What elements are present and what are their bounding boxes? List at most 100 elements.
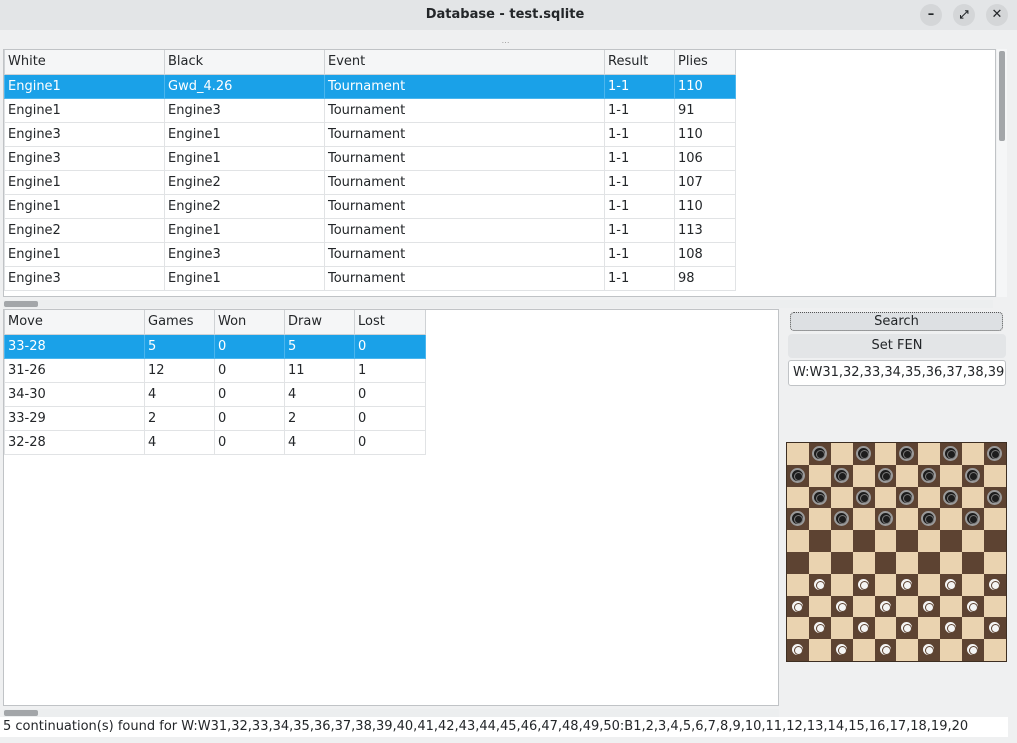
white-piece-icon[interactable] xyxy=(811,576,827,592)
board-square[interactable] xyxy=(896,443,919,465)
board-square[interactable] xyxy=(830,464,853,487)
board-square[interactable] xyxy=(787,639,809,661)
board-square[interactable] xyxy=(984,508,1006,531)
board-square[interactable] xyxy=(874,595,897,618)
board-square[interactable] xyxy=(896,595,919,618)
board-square[interactable] xyxy=(852,530,875,552)
board-square[interactable] xyxy=(940,639,963,661)
white-piece-icon[interactable] xyxy=(833,642,849,658)
white-piece-icon[interactable] xyxy=(965,598,981,614)
black-piece-icon[interactable] xyxy=(987,446,1003,461)
board-square[interactable] xyxy=(830,573,853,596)
board-square[interactable] xyxy=(896,530,919,552)
black-piece-icon[interactable] xyxy=(899,489,915,505)
white-piece-icon[interactable] xyxy=(899,576,915,592)
board-square[interactable] xyxy=(984,551,1006,574)
white-piece-icon[interactable] xyxy=(943,620,959,636)
table-row[interactable]: 33-28 5 0 5 0 xyxy=(4,333,426,359)
board-square[interactable] xyxy=(918,486,941,509)
games-table-header-result[interactable]: Result xyxy=(604,50,675,75)
black-piece-icon[interactable] xyxy=(877,511,893,527)
black-piece-icon[interactable] xyxy=(921,467,937,483)
moves-horizontal-scroll-thumb[interactable] xyxy=(4,710,38,716)
games-table-header-plies[interactable]: Plies xyxy=(674,50,736,75)
board-square[interactable] xyxy=(852,595,875,618)
table-row[interactable]: 32-28 4 0 4 0 xyxy=(4,429,426,455)
board-square[interactable] xyxy=(874,639,897,661)
board-square[interactable] xyxy=(874,464,897,487)
black-piece-icon[interactable] xyxy=(833,467,849,483)
table-row[interactable]: Engine1 Gwd_4.26 Tournament 1-1 110 xyxy=(4,73,736,99)
table-row[interactable]: 31-26 12 0 11 1 xyxy=(4,357,426,383)
white-piece-icon[interactable] xyxy=(921,642,937,658)
close-button[interactable]: ✕ xyxy=(986,4,1008,26)
black-piece-icon[interactable] xyxy=(811,446,827,461)
table-row[interactable]: Engine1 Engine3 Tournament 1-1 108 xyxy=(4,241,736,267)
board-square[interactable] xyxy=(940,443,963,465)
board-square[interactable] xyxy=(962,464,985,487)
board-square[interactable] xyxy=(787,508,809,531)
board-square[interactable] xyxy=(852,508,875,531)
board-square[interactable] xyxy=(962,617,985,640)
white-piece-icon[interactable] xyxy=(790,598,805,614)
board-square[interactable] xyxy=(984,573,1006,596)
board-square[interactable] xyxy=(787,595,809,618)
board-square[interactable] xyxy=(918,639,941,661)
board-square[interactable] xyxy=(940,530,963,552)
board-square[interactable] xyxy=(787,486,809,509)
board-square[interactable] xyxy=(896,617,919,640)
board-square[interactable] xyxy=(808,508,831,531)
board-square[interactable] xyxy=(874,443,897,465)
board-square[interactable] xyxy=(787,573,809,596)
games-horizontal-scroll-thumb[interactable] xyxy=(4,301,38,307)
white-piece-icon[interactable] xyxy=(943,576,959,592)
black-piece-icon[interactable] xyxy=(855,446,871,461)
maximize-button[interactable]: ⤢ xyxy=(953,4,975,26)
board-square[interactable] xyxy=(918,617,941,640)
white-piece-icon[interactable] xyxy=(877,598,893,614)
board-square[interactable] xyxy=(808,443,831,465)
white-piece-icon[interactable] xyxy=(965,642,981,658)
board-square[interactable] xyxy=(874,530,897,552)
board-square[interactable] xyxy=(940,617,963,640)
splitter-grip-icon[interactable]: ⋯ xyxy=(500,39,510,47)
board-square[interactable] xyxy=(852,573,875,596)
white-piece-icon[interactable] xyxy=(877,642,893,658)
black-piece-icon[interactable] xyxy=(790,467,805,483)
board-square[interactable] xyxy=(830,639,853,661)
games-table-header-event[interactable]: Event xyxy=(324,50,605,75)
board-square[interactable] xyxy=(874,617,897,640)
board-square[interactable] xyxy=(787,530,809,552)
black-piece-icon[interactable] xyxy=(943,489,959,505)
table-row[interactable]: 34-30 4 0 4 0 xyxy=(4,381,426,407)
board-square[interactable] xyxy=(896,464,919,487)
moves-table-header-draw[interactable]: Draw xyxy=(284,310,355,335)
games-horizontal-scrollbar[interactable] xyxy=(3,300,993,308)
black-piece-icon[interactable] xyxy=(943,446,959,461)
board-square[interactable] xyxy=(940,486,963,509)
board-square[interactable] xyxy=(808,530,831,552)
board-square[interactable] xyxy=(808,595,831,618)
board-square[interactable] xyxy=(852,617,875,640)
board-square[interactable] xyxy=(896,573,919,596)
board-square[interactable] xyxy=(830,530,853,552)
board-square[interactable] xyxy=(808,639,831,661)
black-piece-icon[interactable] xyxy=(877,467,893,483)
board-square[interactable] xyxy=(896,486,919,509)
board-square[interactable] xyxy=(787,551,809,574)
table-row[interactable]: Engine1 Engine2 Tournament 1-1 107 xyxy=(4,169,736,195)
board-square[interactable] xyxy=(984,639,1006,661)
board-square[interactable] xyxy=(940,551,963,574)
board-square[interactable] xyxy=(918,464,941,487)
table-row[interactable]: Engine2 Engine1 Tournament 1-1 113 xyxy=(4,217,736,243)
board-square[interactable] xyxy=(918,443,941,465)
board-square[interactable] xyxy=(808,464,831,487)
moves-table-header-move[interactable]: Move xyxy=(4,310,145,335)
board-square[interactable] xyxy=(918,573,941,596)
games-vertical-scrollbar[interactable] xyxy=(997,49,1007,297)
board-square[interactable] xyxy=(787,464,809,487)
board-square[interactable] xyxy=(962,573,985,596)
black-piece-icon[interactable] xyxy=(921,511,937,527)
board-square[interactable] xyxy=(940,464,963,487)
board-square[interactable] xyxy=(940,573,963,596)
